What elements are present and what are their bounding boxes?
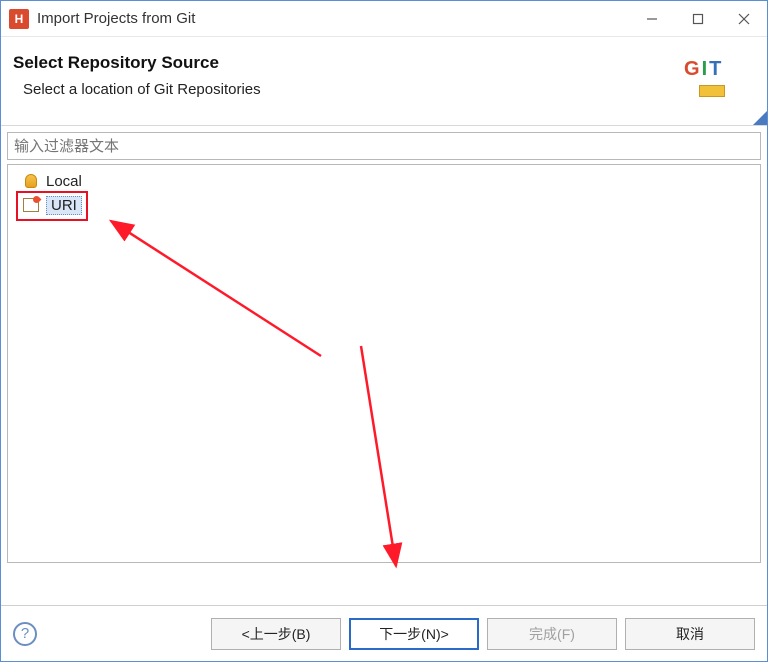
window-title: Import Projects from Git xyxy=(37,10,629,27)
git-chip-icon xyxy=(699,85,725,97)
back-button[interactable]: <上一步(B) xyxy=(211,618,341,650)
close-icon xyxy=(738,13,750,25)
next-button[interactable]: 下一步(N)> xyxy=(349,618,479,650)
minimize-icon xyxy=(646,13,658,25)
list-item-local[interactable]: Local xyxy=(8,169,760,193)
spacer xyxy=(7,563,761,599)
git-logo-t: T xyxy=(709,58,723,80)
git-logo-i: I xyxy=(702,58,710,80)
page-subtitle: Select a location of Git Repositories xyxy=(23,81,677,98)
resize-corner-icon xyxy=(753,111,767,125)
help-button[interactable]: ? xyxy=(13,622,37,646)
cancel-button[interactable]: 取消 xyxy=(625,618,755,650)
maximize-icon xyxy=(692,13,704,25)
database-icon xyxy=(22,172,40,190)
content-area: Local URI xyxy=(1,126,767,605)
filter-input[interactable] xyxy=(7,132,761,160)
edit-uri-icon xyxy=(22,196,40,214)
finish-button[interactable]: 完成(F) xyxy=(487,618,617,650)
button-bar: ? <上一步(B) 下一步(N)> 完成(F) 取消 xyxy=(1,605,767,661)
list-item-label: URI xyxy=(46,196,82,215)
git-logo: GIT xyxy=(677,53,747,113)
repository-source-list[interactable]: Local URI xyxy=(7,164,761,563)
git-logo-g: G xyxy=(684,58,702,80)
wizard-header: Select Repository Source Select a locati… xyxy=(1,37,767,126)
dialog-window: H Import Projects from Git Select Reposi… xyxy=(0,0,768,662)
window-controls xyxy=(629,1,767,36)
page-title: Select Repository Source xyxy=(13,53,677,73)
titlebar[interactable]: H Import Projects from Git xyxy=(1,1,767,37)
list-item-label: Local xyxy=(46,173,82,190)
list-item-uri[interactable]: URI xyxy=(8,193,760,217)
close-button[interactable] xyxy=(721,1,767,36)
app-icon: H xyxy=(9,9,29,29)
minimize-button[interactable] xyxy=(629,1,675,36)
maximize-button[interactable] xyxy=(675,1,721,36)
help-icon: ? xyxy=(21,625,29,642)
